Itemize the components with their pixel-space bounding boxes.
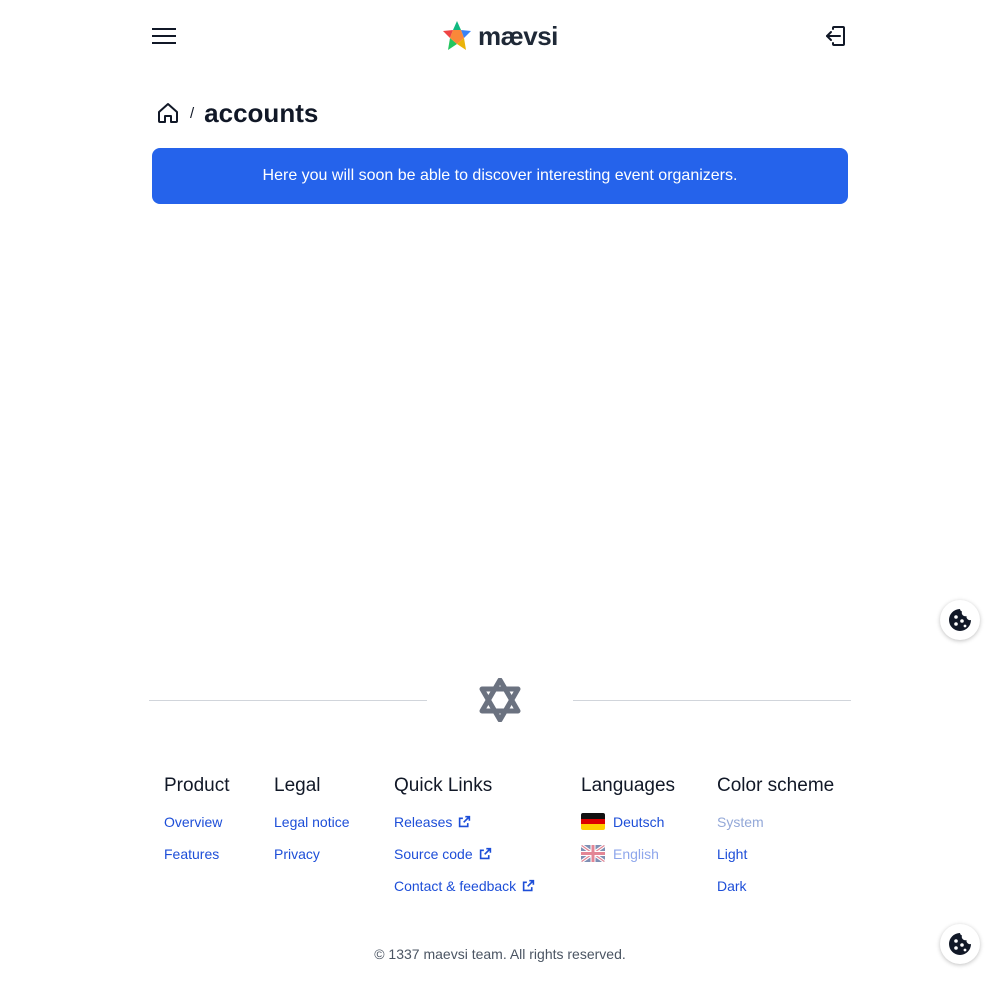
footer-heading-languages: Languages xyxy=(581,775,676,796)
language-label-deutsch[interactable]: Deutsch xyxy=(613,810,664,834)
footer-col-product: Product Overview Features xyxy=(164,774,229,874)
home-icon[interactable] xyxy=(156,101,180,125)
color-scheme-dark[interactable]: Dark xyxy=(717,874,747,898)
uk-flag-icon xyxy=(581,845,605,862)
language-option-english[interactable]: English xyxy=(581,842,675,874)
divider-line-left xyxy=(149,700,427,701)
page-title: accounts xyxy=(204,97,319,128)
info-banner: Here you will soon be able to discover i… xyxy=(152,148,848,204)
footer-col-languages: Languages Deutsch English xyxy=(581,774,675,874)
breadcrumb-separator: / xyxy=(190,104,195,122)
footer-link-features[interactable]: Features xyxy=(164,842,219,866)
language-label-english[interactable]: English xyxy=(613,842,659,866)
color-scheme-light[interactable]: Light xyxy=(717,842,747,866)
brand-logo[interactable]: mævsi xyxy=(442,19,558,53)
footer-link-releases[interactable]: Releases xyxy=(394,810,452,834)
footer-heading-legal: Legal xyxy=(274,775,321,796)
footer-link-source-code[interactable]: Source code xyxy=(394,842,473,866)
external-link-icon xyxy=(523,879,535,892)
site-header: mævsi xyxy=(152,16,848,56)
external-link-icon xyxy=(479,847,491,860)
maevsi-logo-icon xyxy=(443,21,471,50)
external-link-icon xyxy=(459,815,471,828)
brand-name: mævsi xyxy=(478,20,558,51)
banner-text: Here you will soon be able to discover i… xyxy=(262,167,738,184)
german-flag-icon xyxy=(581,813,605,830)
sign-in-icon[interactable] xyxy=(824,24,848,48)
footer-heading-product: Product xyxy=(164,775,230,796)
footer-heading-quick-links: Quick Links xyxy=(394,775,493,796)
footer-link-contact-feedback[interactable]: Contact & feedback xyxy=(394,874,516,898)
cookie-icon[interactable] xyxy=(940,924,980,964)
footer-link-privacy[interactable]: Privacy xyxy=(274,842,320,866)
breadcrumb: / accounts xyxy=(156,96,318,130)
copyright-text: © 1337 maevsi team. All rights reserved. xyxy=(374,946,626,962)
footer-link-legal-notice[interactable]: Legal notice xyxy=(274,810,350,834)
divider-line-right xyxy=(573,700,851,701)
footer-col-quick-links: Quick Links Releases Source code Contact… xyxy=(394,774,535,906)
footer-link-overview[interactable]: Overview xyxy=(164,810,222,834)
hamburger-menu-icon[interactable] xyxy=(152,24,176,48)
footer-heading-color-scheme: Color scheme xyxy=(717,775,835,796)
footer-col-color-scheme: Color scheme System Light Dark xyxy=(717,774,834,906)
footer-col-legal: Legal Legal notice Privacy xyxy=(274,774,350,874)
language-option-deutsch[interactable]: Deutsch xyxy=(581,810,675,842)
cookie-icon[interactable] xyxy=(940,600,980,640)
hexagram-icon xyxy=(478,677,522,723)
color-scheme-system[interactable]: System xyxy=(717,810,764,834)
